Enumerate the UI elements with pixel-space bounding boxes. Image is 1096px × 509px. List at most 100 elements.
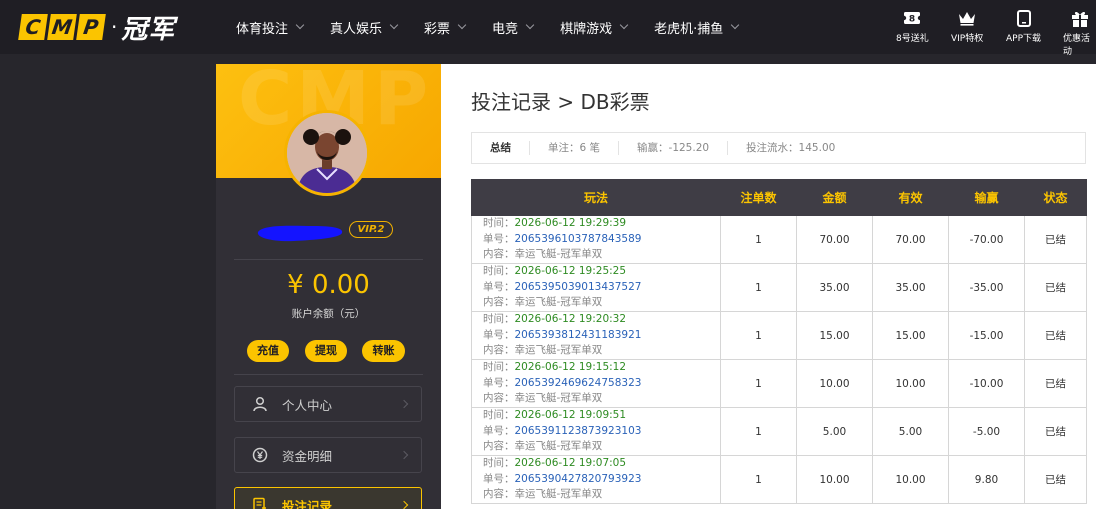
main-content: 投注记录 > DB彩票 总结 单注：6 笔 输赢：-125.20 投注流水：14… [441,64,1096,509]
valid-amount: 10.00 [872,455,949,504]
bet-info-cell: 时间：2026-06-12 19:29:39 单号：20653961037878… [471,215,721,264]
bet-info-cell: 时间：2026-06-12 19:25:25 单号：20653950390134… [471,263,721,312]
crown-icon [956,8,978,28]
menu-personal-center[interactable]: 个人中心 [234,386,422,422]
bet-count: 1 [720,215,797,264]
order-number-link[interactable]: 2065391123873923103 [515,425,642,437]
time-label: 时间： [483,313,515,326]
quick-promo[interactable]: 优惠活动 [1063,8,1096,57]
quick-gift[interactable]: 8 8号送礼 [896,8,929,44]
order-number-link[interactable]: 2065396103787843589 [515,233,642,245]
menu-label: 投注记录 [282,498,333,509]
username-redacted [257,225,343,242]
main-nav: 体育投注 真人娱乐 彩票 电竞 棋牌游戏 老虎机·捕鱼 [236,0,765,54]
bet-status: 已结 [1024,263,1087,312]
menu-fund-details[interactable]: 资金明细 [234,437,422,473]
table-row: 时间：2026-06-12 19:20:32 单号：20653938124311… [471,311,1087,360]
nav-label: 体育投注 [236,21,289,37]
bet-info-cell: 时间：2026-06-12 19:20:32 单号：20653938124311… [471,311,721,360]
nav-label: 电竞 [492,21,519,37]
win-loss: -35.00 [948,263,1025,312]
nav-lottery[interactable]: 彩票 [424,18,467,37]
menu-label: 个人中心 [282,397,333,413]
content-label: 内容： [483,488,515,501]
summary-profit: 输赢：-125.20 [619,141,729,155]
account-balance: ¥ 0.00 [287,270,370,300]
order-number-link[interactable]: 2065393812431183921 [515,329,642,341]
order-label: 单号： [483,376,515,389]
nav-esports[interactable]: 电竞 [492,18,535,37]
content-label: 内容： [483,344,515,357]
bet-amount: 5.00 [796,407,873,456]
quick-vip[interactable]: VIP特权 [951,8,983,44]
logo-chinese-text: 冠军 [121,14,176,45]
logo-letter: M [47,14,77,40]
quick-app[interactable]: APP下载 [1006,8,1041,44]
content-label: 内容： [483,392,515,405]
content-label: 内容： [483,440,515,453]
order-number-link[interactable]: 2065392469624758323 [515,377,642,389]
table-header: 玩法 注单数 金额 有效 输赢 状态 [471,179,1087,216]
menu-bet-records[interactable]: 投注记录 [234,487,422,509]
order-number-link[interactable]: 2065395039013437527 [515,281,642,293]
balance-label: 账户余额（元） [291,308,366,320]
nav-slots-fishing[interactable]: 老虎机·捕鱼 [654,18,740,37]
phone-icon [1013,8,1035,28]
summary-bet-count: 单注：6 笔 [530,141,620,155]
bet-content: 幸运飞艇-冠军单双 [514,488,603,501]
transfer-button[interactable]: 转账 [362,340,405,362]
nav-label: 棋牌游戏 [560,21,613,37]
bet-status: 已结 [1024,407,1087,456]
order-label: 单号： [483,232,515,245]
bet-amount: 35.00 [796,263,873,312]
gift-box-icon [1069,8,1091,28]
nav-sports[interactable]: 体育投注 [236,18,305,37]
bet-status: 已结 [1024,215,1087,264]
time-label: 时间： [483,217,515,230]
valid-amount: 10.00 [872,359,949,408]
time-label: 时间： [483,457,515,470]
logo-letter: P [76,14,106,40]
nav-card-games[interactable]: 棋牌游戏 [560,18,629,37]
quick-label: APP下载 [1006,34,1042,44]
chevron-down-icon [389,20,399,30]
nav-label: 老虎机·捕鱼 [654,21,724,37]
divider [234,374,423,375]
bet-time: 2026-06-12 19:25:25 [514,265,627,278]
deposit-button[interactable]: 充值 [247,340,289,362]
table-row: 时间：2026-06-12 19:29:39 单号：20653961037878… [471,215,1087,264]
logo-dot: · [111,15,118,39]
chevron-right-icon [399,399,409,409]
content-label: 内容： [483,296,515,309]
column-header: 注单数 [720,179,797,216]
table-row: 时间：2026-06-12 19:15:12 单号：20653924696247… [471,359,1087,408]
time-label: 时间： [483,265,515,278]
order-number-link[interactable]: 2065390427820793923 [515,473,642,485]
bet-time: 2026-06-12 19:29:39 [514,217,627,230]
bet-info-cell: 时间：2026-06-12 19:09:51 单号：20653911238739… [471,407,721,456]
bet-status: 已结 [1024,455,1087,504]
table-row: 时间：2026-06-12 19:25:25 单号：20653950390134… [471,263,1087,312]
content-label: 内容： [483,248,515,261]
bet-count: 1 [720,263,797,312]
win-loss: -15.00 [948,311,1025,360]
quick-label: VIP特权 [951,34,984,44]
win-loss: 9.80 [948,455,1025,504]
brand-logo[interactable]: C M P · 冠军 [18,12,175,45]
table-row: 时间：2026-06-12 19:09:51 单号：20653911238739… [471,407,1087,456]
order-label: 单号： [483,280,515,293]
bet-content: 幸运飞艇-冠军单双 [514,296,603,309]
chevron-down-icon [525,20,535,30]
nav-live-casino[interactable]: 真人娱乐 [330,18,399,37]
withdraw-button[interactable]: 提现 [305,340,347,362]
bet-record-icon [251,496,269,509]
bet-time: 2026-06-12 19:20:32 [514,313,627,326]
bet-records-table: 玩法 注单数 金额 有效 输赢 状态 时间：2026-06-12 19:29:3… [471,179,1087,504]
nav-label: 彩票 [424,21,451,37]
summary-total-tab[interactable]: 总结 [472,141,530,155]
avatar[interactable] [284,110,370,196]
chevron-down-icon [619,20,629,30]
vip-level-badge: VIP.2 [349,221,393,238]
bet-amount: 10.00 [796,359,873,408]
win-loss: -70.00 [948,215,1025,264]
